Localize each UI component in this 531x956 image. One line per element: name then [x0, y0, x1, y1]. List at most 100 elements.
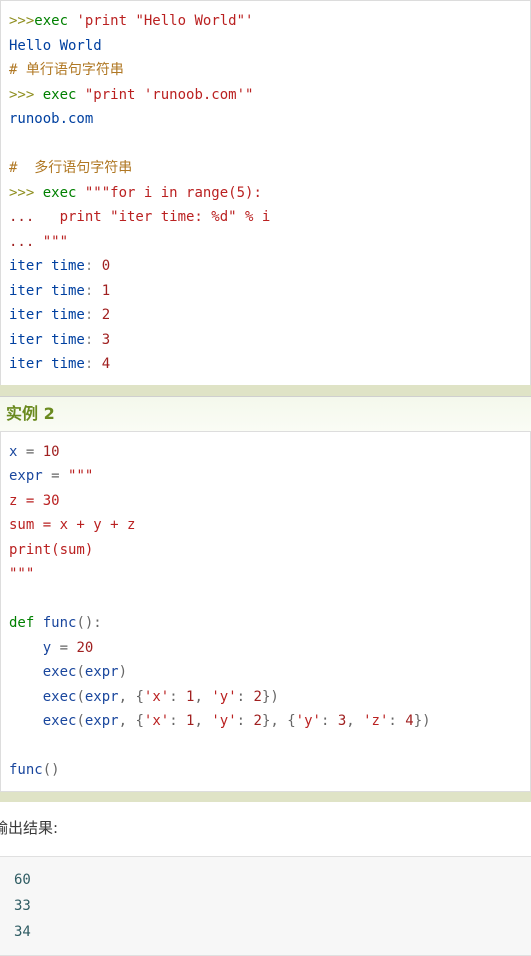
code-token: }) [413, 713, 431, 729]
example2-title: 实例 2 [6, 403, 55, 423]
code-token: func [9, 762, 43, 778]
code-token: iter time [9, 356, 85, 372]
code-token: expr [84, 664, 119, 680]
code-token: , [194, 688, 212, 705]
code-token: exec [34, 13, 69, 29]
code-token: func [42, 615, 77, 631]
code-token: : [84, 307, 102, 323]
example2-header: 实例 2 [0, 395, 531, 431]
code-token: = [25, 443, 43, 460]
example2-code: x = 10 expr = """ z = 30 sum = x + y + z… [9, 440, 530, 783]
code-token: , [194, 713, 212, 729]
code-token: 2 [253, 713, 262, 729]
code-token: iter time [9, 282, 85, 299]
example2-code-block[interactable]: x = 10 expr = """ z = 30 sum = x + y + z… [0, 430, 531, 792]
code-token: exec [42, 86, 77, 103]
code-token: ) [118, 664, 128, 680]
code-token: 3 [101, 331, 111, 348]
code-token: 2 [101, 307, 111, 323]
code-token: exec [42, 664, 77, 680]
page-root: >>>exec 'print "Hello World"' Hello Worl… [0, 0, 531, 956]
section-separator-band-2 [0, 791, 531, 802]
code-token: 20 [76, 639, 94, 656]
code-token: : [84, 282, 102, 299]
code-token: : [169, 713, 187, 729]
code-token: Hello World [9, 37, 102, 54]
code-token: exec [42, 713, 77, 729]
code-token: expr [84, 713, 119, 729]
code-token: expr [9, 468, 52, 484]
code-token: exec [42, 688, 77, 705]
code-token: 3 [337, 713, 347, 729]
code-token: , { [118, 713, 144, 729]
code-token: >>> [9, 86, 43, 103]
output-result-text: 60 33 34 [14, 871, 31, 940]
output-result-block[interactable]: 60 33 34 [0, 855, 531, 956]
code-token: print "iter time: %d" % i [42, 209, 271, 225]
code-token: 'z' [363, 713, 389, 729]
code-token: print(sum) [9, 541, 94, 558]
code-token: () [42, 762, 60, 778]
example1-code-block[interactable]: >>>exec 'print "Hello World"' Hello Worl… [0, 0, 531, 385]
code-token: 'x' [143, 688, 170, 705]
code-token: ... [9, 209, 43, 225]
code-token: : [236, 713, 254, 729]
code-token: """ [9, 566, 35, 582]
code-token: """for i in range(5): [84, 184, 262, 201]
code-token: """ [42, 233, 69, 250]
code-token: 10 [42, 443, 60, 460]
output-intro-text: 输出结果: [0, 818, 59, 837]
code-token: = [59, 639, 77, 656]
code-token: : [388, 713, 406, 729]
code-token: 4 [405, 713, 414, 729]
code-token: 4 [101, 356, 111, 372]
code-token: : [84, 258, 102, 274]
code-token: (): [76, 615, 102, 631]
code-token: : [84, 331, 102, 348]
code-token: : [320, 713, 338, 729]
code-token: : [169, 688, 187, 705]
code-token: iter time [9, 307, 85, 323]
code-token: ( [76, 664, 85, 680]
code-token: 'y' [211, 713, 237, 729]
code-token: 'print "Hello World"' [76, 13, 254, 29]
code-token: def [9, 615, 43, 631]
code-token: 'x' [143, 713, 170, 729]
code-token: ( [76, 713, 85, 729]
code-token: , { [118, 688, 144, 705]
code-token: = [51, 468, 69, 484]
code-token: """ [68, 468, 94, 484]
code-token: , [346, 713, 364, 729]
code-token: 'y' [211, 688, 237, 705]
example1-code: >>>exec 'print "Hello World"' Hello Worl… [9, 9, 530, 377]
code-token: x [9, 443, 26, 460]
code-token: # 单行语句字符串 [9, 62, 124, 78]
code-token: z = 30 [9, 492, 60, 509]
code-token: iter time [9, 258, 85, 274]
code-token: ... [9, 233, 43, 250]
code-token: : [84, 356, 102, 372]
code-token: ( [76, 688, 85, 705]
code-token: 1 [101, 282, 111, 299]
code-token: 'y' [295, 713, 321, 729]
code-token: y [9, 639, 60, 656]
code-token: }, { [261, 713, 296, 729]
code-token: >>> [9, 13, 35, 29]
code-token: }) [261, 688, 279, 705]
code-token: expr [84, 688, 119, 705]
code-token: : [236, 688, 254, 705]
code-token: 0 [101, 258, 111, 274]
code-token: 2 [253, 688, 262, 705]
code-token: runoob.com [9, 111, 94, 127]
code-token: iter time [9, 331, 85, 348]
code-token: "print 'runoob.com'" [84, 86, 254, 103]
code-token: exec [42, 184, 77, 201]
section-separator-band-1 [0, 384, 531, 396]
code-token: >>> [9, 184, 43, 201]
code-token: # 多行语句字符串 [9, 160, 133, 176]
